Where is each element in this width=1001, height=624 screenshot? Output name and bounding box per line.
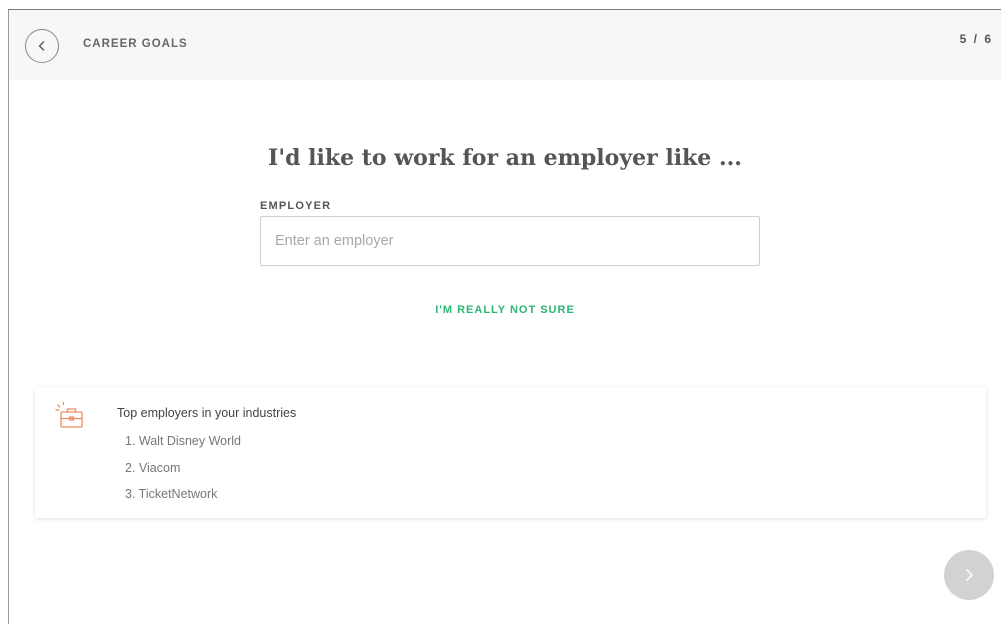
- briefcase-icon: [55, 401, 83, 428]
- employer-field-label: EMPLOYER: [260, 200, 332, 212]
- list-item: 2. Viacom: [125, 460, 181, 475]
- back-button[interactable]: [25, 29, 59, 63]
- app-frame: CAREER GOALS 5 / 6 I'd like to work for …: [8, 9, 1001, 624]
- chevron-right-icon: [966, 569, 973, 581]
- question-heading: I'd like to work for an employer like ..…: [268, 145, 742, 171]
- next-button[interactable]: [944, 550, 994, 600]
- top-employers-card: Top employers in your industries 1. Walt…: [35, 387, 986, 518]
- employer-suggestion-list: 1. Walt Disney World 2. Viacom 3. Ticket…: [125, 434, 241, 514]
- header-bar: CAREER GOALS 5 / 6: [9, 10, 1001, 80]
- page-title: CAREER GOALS: [83, 38, 188, 50]
- list-item: 1. Walt Disney World: [125, 434, 242, 448]
- step-indicator: 5 / 6: [959, 32, 993, 46]
- employer-input[interactable]: [260, 216, 760, 266]
- top-employers-title: Top employers in your industries: [117, 406, 297, 420]
- list-item: 3. TicketNetwork: [125, 487, 218, 501]
- chevron-left-icon: [38, 41, 45, 51]
- not-sure-link[interactable]: I'M REALLY NOT SURE: [9, 304, 1001, 316]
